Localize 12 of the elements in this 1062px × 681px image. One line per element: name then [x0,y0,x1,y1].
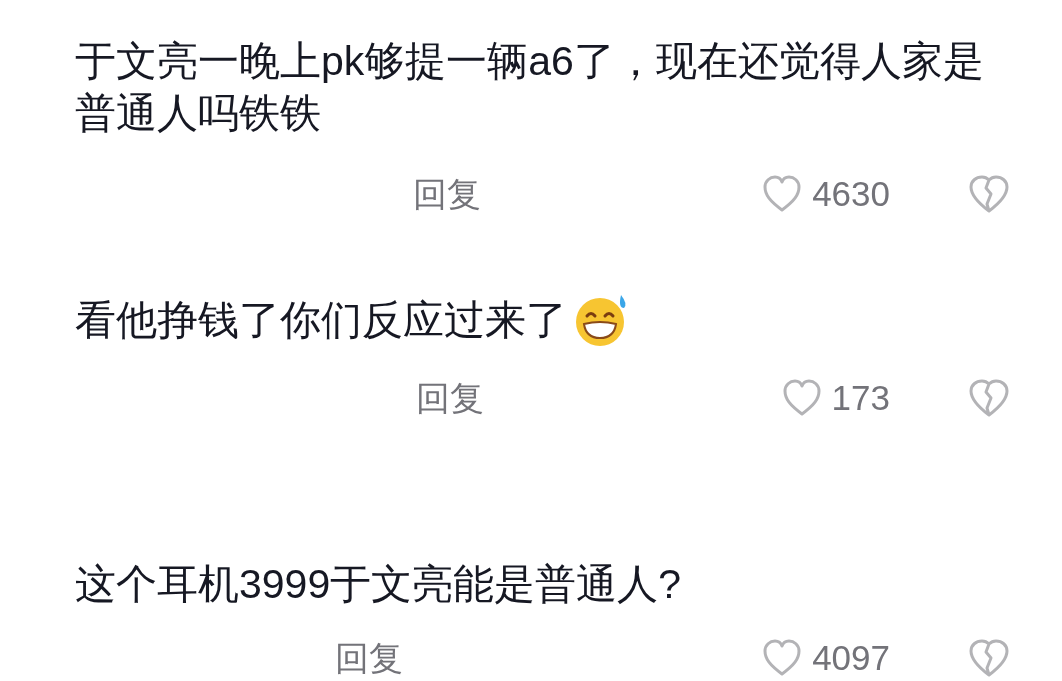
comment-text: 这个耳机3999于文亮能是普通人? [75,561,681,608]
like-count: 4630 [812,172,890,215]
reply-button[interactable]: 回复 [335,632,403,681]
heart-icon[interactable] [762,639,803,678]
heart-icon[interactable] [781,379,822,418]
reply-button[interactable]: 回复 [413,168,481,220]
heart-icon[interactable] [762,175,803,213]
reply-button[interactable]: 回复 [416,372,484,424]
like-count: 4097 [812,636,890,679]
comment-text: 于文亮一晚上pk够提一辆a6了，现在还觉得人家是普通人吗铁铁 [75,38,984,136]
like-count: 173 [831,376,890,419]
comment-text: 看他挣钱了你们反应过来了 [75,297,567,343]
